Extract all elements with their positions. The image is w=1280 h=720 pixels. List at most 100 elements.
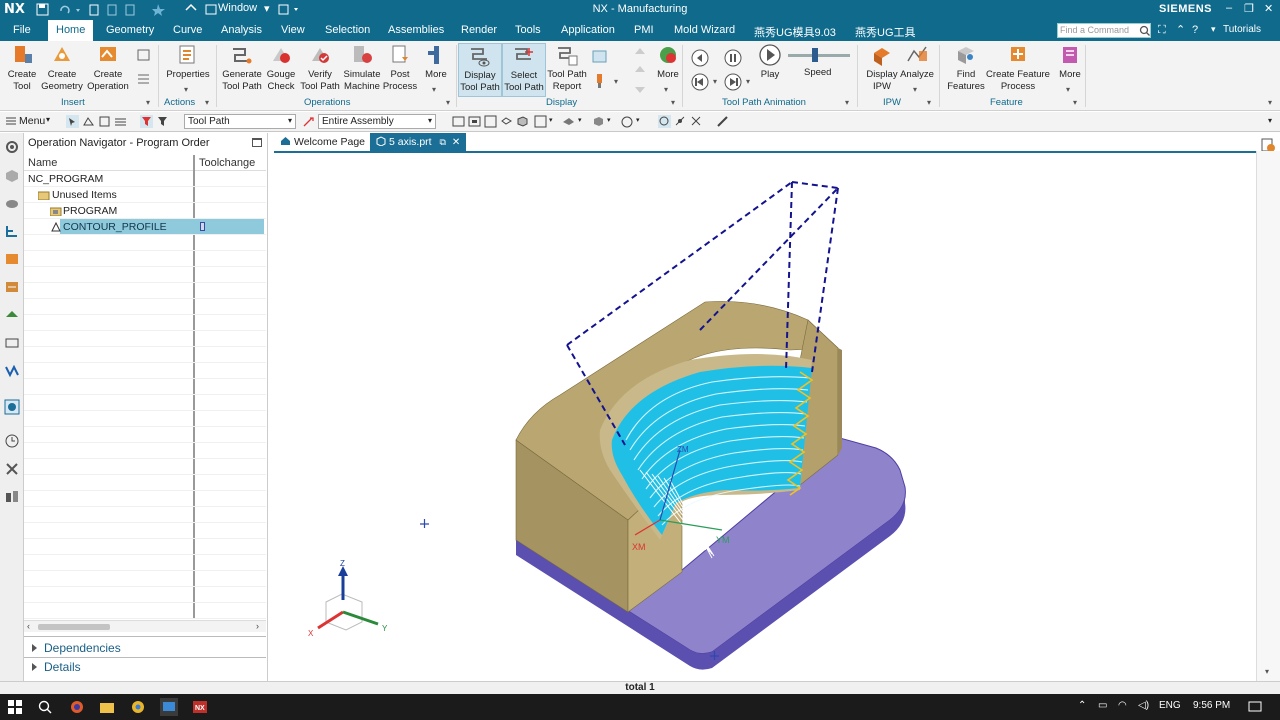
close-tab-icon[interactable]: ✕ (452, 137, 460, 148)
tab-yanxiu-tools[interactable]: 燕秀UG工具 (855, 24, 916, 40)
fullscreen-icon[interactable]: ⛶ (1158, 24, 1166, 37)
tab-view[interactable]: View (281, 24, 305, 36)
display-tool-path-button[interactable]: Display Tool Path (458, 43, 502, 97)
tab-geometry[interactable]: Geometry (106, 24, 154, 36)
view-fit-icon[interactable] (452, 115, 465, 128)
feature-navigator-icon[interactable] (4, 279, 20, 295)
tree-row-nc-program[interactable]: NC_PROGRAM (24, 171, 266, 187)
create-operation-button[interactable]: Create Operation (86, 43, 130, 93)
operations-more-button[interactable]: More (414, 43, 458, 81)
battery-icon[interactable]: ▭ (1098, 700, 1107, 711)
nx-taskbar-icon[interactable]: NX (193, 700, 207, 714)
type-filter-select[interactable]: Tool Path ▾ (184, 114, 296, 129)
display-option-icon[interactable] (592, 49, 608, 65)
view-box-chevron-icon[interactable]: ▾ (549, 116, 553, 124)
render-style-icon[interactable] (562, 115, 575, 128)
command-search-input[interactable]: Find a Command (1057, 23, 1151, 38)
tab-pmi[interactable]: PMI (634, 24, 654, 36)
speed-slider-track[interactable] (788, 54, 850, 57)
rewind-chevron-icon[interactable]: ▾ (713, 77, 717, 86)
rewind-icon[interactable] (691, 73, 709, 91)
tab-application[interactable]: Application (561, 24, 615, 36)
create-tool-button[interactable]: Create Tool (0, 43, 44, 93)
display-more-button[interactable]: More (646, 43, 690, 81)
part-navigator-icon[interactable] (4, 167, 20, 183)
clock[interactable]: 9:56 PM (1193, 700, 1230, 711)
help-icon[interactable]: ? (1192, 24, 1198, 36)
role-navigator-icon[interactable] (4, 335, 20, 351)
operations-more-chevron-icon[interactable]: ▾ (432, 85, 436, 94)
verify-tool-path-button[interactable]: Verify Tool Path (298, 43, 342, 93)
section-view-chevron-icon[interactable]: ▾ (636, 116, 640, 124)
select-tool-path-button[interactable]: Select Tool Path (502, 43, 546, 97)
tab-curve[interactable]: Curve (173, 24, 202, 36)
column-header-toolchange[interactable]: Toolchange (195, 155, 266, 171)
select-layer-icon[interactable] (114, 115, 127, 128)
section-view-icon[interactable] (621, 115, 634, 128)
scrollbar-thumb[interactable] (38, 624, 110, 630)
close-icon[interactable]: ✕ (1264, 2, 1273, 15)
settings-icon[interactable] (4, 139, 20, 155)
ipw-expand-icon[interactable]: ▾ (927, 98, 931, 107)
snap-icon[interactable] (674, 115, 687, 128)
tab-analysis[interactable]: Analysis (221, 24, 262, 36)
tab-selection[interactable]: Selection (325, 24, 370, 36)
navigator-horizontal-scrollbar[interactable]: ‹ › (24, 620, 266, 632)
insert-small-icon-2[interactable] (136, 71, 152, 87)
tree-row-program[interactable]: PROGRAM (24, 203, 266, 219)
insert-expand-icon[interactable]: ▾ (146, 98, 150, 107)
analyze-button[interactable]: Analyze (895, 43, 939, 81)
toolbar-options-chevron-icon[interactable]: ▾ (1268, 116, 1272, 125)
pause-icon[interactable] (724, 49, 742, 67)
minimize-icon[interactable]: – (1226, 2, 1232, 14)
feature-more-chevron-icon[interactable]: ▾ (1066, 85, 1070, 94)
work-layer-icon[interactable] (658, 115, 671, 128)
undock-tab-icon[interactable]: ⧉ (440, 137, 446, 147)
feature-expand-icon[interactable]: ▾ (1073, 98, 1077, 107)
constraint-navigator-icon[interactable] (4, 363, 20, 379)
maximize-panel-icon[interactable] (252, 138, 262, 147)
actions-expand-icon[interactable]: ▾ (205, 98, 209, 107)
assembly-navigator-icon[interactable] (4, 195, 20, 211)
selection-scope-icon[interactable] (302, 115, 315, 128)
tab-home[interactable]: Home (48, 20, 94, 41)
gouge-check-button[interactable]: Gouge Check (259, 43, 303, 93)
tab-file[interactable]: File (13, 24, 31, 36)
menu-icon[interactable] (5, 115, 18, 128)
tab-assemblies[interactable]: Assemblies (388, 24, 444, 36)
model-view[interactable]: XM YM ZM Z X Y (274, 153, 1256, 680)
history-icon[interactable] (4, 433, 20, 449)
show-hide-icon[interactable] (690, 115, 703, 128)
chrome-icon[interactable] (131, 700, 145, 714)
display-expand-icon[interactable]: ▾ (671, 98, 675, 107)
language-indicator[interactable]: ENG (1159, 700, 1181, 711)
column-header-name[interactable]: Name (24, 155, 193, 171)
active-app-icon[interactable] (160, 698, 178, 716)
render-style-chevron-icon[interactable]: ▾ (578, 116, 582, 124)
search-icon[interactable] (1139, 25, 1150, 36)
view-rotate-icon[interactable] (500, 115, 513, 128)
firefox-icon[interactable] (70, 700, 84, 714)
filter-feature-icon[interactable] (156, 115, 169, 128)
analyze-chevron-icon[interactable]: ▾ (913, 85, 917, 94)
machine-tool-navigator-icon[interactable] (4, 251, 20, 267)
shaded-icon[interactable] (592, 115, 605, 128)
tab-welcome-page[interactable]: Welcome Page (274, 133, 371, 151)
tray-chevron-icon[interactable]: ⌃ (1078, 700, 1086, 711)
tool-display-chevron-icon[interactable]: ▾ (614, 77, 618, 86)
shaded-chevron-icon[interactable]: ▾ (607, 116, 611, 124)
menu-button[interactable]: Menu (19, 115, 45, 127)
step-back-icon[interactable] (691, 49, 709, 67)
measure-icon[interactable] (716, 115, 729, 128)
web-browser-icon[interactable] (4, 399, 20, 415)
select-group-icon[interactable] (98, 115, 111, 128)
process-studio-icon[interactable] (4, 489, 20, 505)
tab-mold-wizard[interactable]: Mold Wizard (674, 24, 735, 36)
display-more-chevron-icon[interactable]: ▾ (664, 85, 668, 94)
scroll-left-icon[interactable]: ‹ (27, 621, 30, 631)
animation-expand-icon[interactable]: ▾ (845, 98, 849, 107)
play-button[interactable]: Play (750, 43, 790, 81)
volume-icon[interactable]: ◁) (1138, 700, 1149, 711)
restore-icon[interactable]: ❐ (1244, 2, 1254, 15)
selection-scope-select[interactable]: Entire Assembly ▾ (318, 114, 436, 129)
